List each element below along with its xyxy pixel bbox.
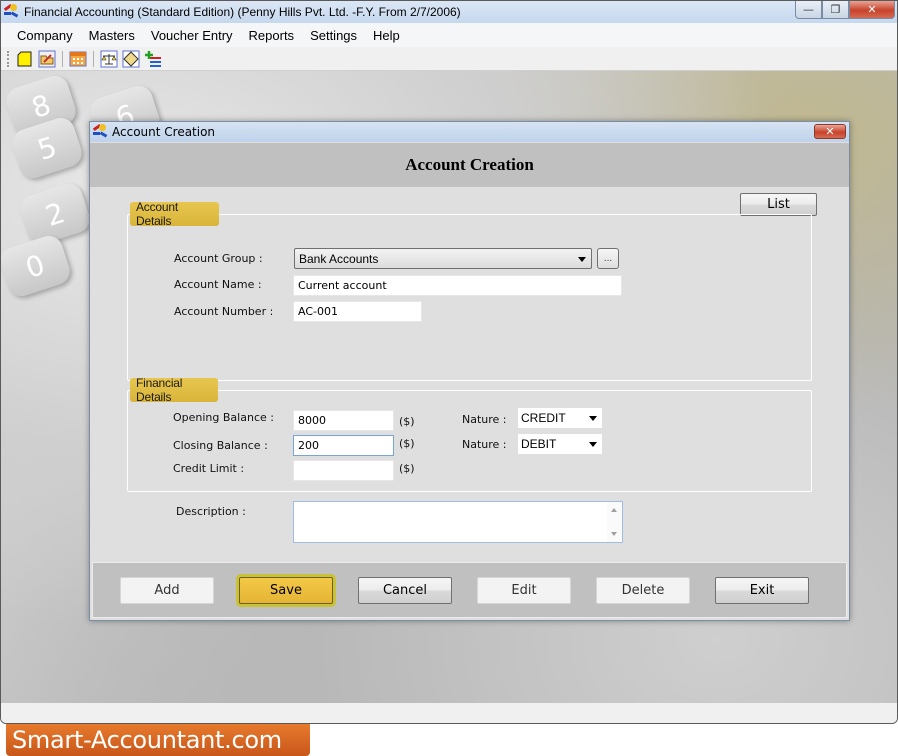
opening-nature-select[interactable]: CREDIT — [518, 408, 602, 428]
account-name-input[interactable]: Current account — [293, 275, 622, 296]
list-button[interactable]: List — [740, 193, 817, 216]
dialog-title-bar: Account Creation ✕ — [90, 122, 849, 142]
browse-account-group-button[interactable]: ... — [597, 248, 619, 269]
dialog-title: Account Creation — [112, 125, 216, 139]
restore-button[interactable]: ❐ — [822, 1, 849, 19]
opening-nature-label: Nature : — [462, 413, 507, 426]
closing-balance-label: Closing Balance : — [173, 439, 268, 452]
minimize-button[interactable]: — — [795, 1, 822, 19]
menu-settings[interactable]: Settings — [302, 28, 365, 43]
account-group-value: Bank Accounts — [299, 251, 379, 266]
exit-button[interactable]: Exit — [715, 577, 809, 604]
minimize-icon: — — [803, 3, 814, 16]
action-button-bar: Add Save Cancel Edit Delete Exit — [92, 562, 847, 618]
calendar-grid-icon[interactable] — [69, 50, 87, 68]
balance-scale-icon[interactable] — [100, 50, 118, 68]
opening-nature-value: CREDIT — [521, 411, 566, 425]
close-button[interactable]: ✕ — [849, 1, 895, 19]
description-scrollbar[interactable] — [607, 502, 622, 542]
closing-nature-label: Nature : — [462, 438, 507, 451]
chevron-down-icon — [589, 416, 597, 421]
financial-details-legend: Financial Details — [130, 376, 218, 404]
status-bar — [1, 703, 897, 723]
close-icon: ✕ — [867, 3, 877, 16]
chevron-down-icon — [589, 442, 597, 447]
menu-voucher-entry[interactable]: Voucher Entry — [143, 28, 241, 43]
menu-reports[interactable]: Reports — [241, 28, 303, 43]
calc-key-label: 2 — [41, 195, 69, 233]
calc-key-label: 8 — [27, 87, 55, 125]
description-label: Description : — [176, 505, 246, 518]
toolbar — [1, 47, 897, 71]
add-button[interactable]: Add — [120, 577, 214, 604]
dialog-header: Account Creation — [90, 143, 849, 187]
app-logo-icon — [3, 3, 19, 20]
calculator-key-image: 0 — [1, 232, 74, 300]
dialog-close-button[interactable]: ✕ — [814, 124, 846, 139]
title-bar: Financial Accounting (Standard Edition) … — [1, 1, 897, 23]
closing-nature-select[interactable]: DEBIT — [518, 434, 602, 454]
currency-unit: ($) — [399, 462, 415, 475]
account-details-legend: Account Details — [130, 200, 219, 228]
account-group-select[interactable]: Bank Accounts — [294, 248, 592, 269]
scroll-down-icon[interactable] — [611, 532, 617, 536]
account-creation-dialog: Account Creation ✕ Account Creation List… — [89, 121, 850, 621]
account-group-label: Account Group : — [174, 252, 263, 265]
opening-balance-input[interactable]: 8000 — [293, 410, 394, 431]
credit-limit-label: Credit Limit : — [173, 462, 245, 475]
close-icon: ✕ — [825, 125, 835, 138]
cancel-button[interactable]: Cancel — [358, 577, 452, 604]
calc-key-label: 0 — [21, 247, 49, 285]
closing-nature-value: DEBIT — [521, 437, 557, 451]
account-number-input[interactable]: AC-001 — [293, 301, 422, 322]
credit-limit-input[interactable] — [293, 460, 394, 481]
menu-company[interactable]: Company — [9, 28, 81, 43]
dialog-heading: Account Creation — [405, 155, 534, 174]
toolbar-separator — [62, 50, 63, 67]
save-button[interactable]: Save — [239, 577, 333, 604]
currency-unit: ($) — [399, 437, 415, 450]
toolbar-separator — [93, 50, 94, 67]
currency-unit: ($) — [399, 415, 415, 428]
closing-balance-input[interactable]: 200 — [293, 435, 394, 456]
chevron-down-icon — [578, 257, 586, 262]
account-number-label: Account Number : — [174, 305, 274, 318]
ledger-book-icon[interactable] — [122, 50, 140, 68]
account-details-group — [127, 214, 812, 381]
menu-help[interactable]: Help — [365, 28, 408, 43]
description-textarea[interactable] — [293, 501, 623, 543]
opening-balance-label: Opening Balance : — [173, 411, 274, 424]
restore-icon: ❐ — [830, 3, 841, 16]
open-folder-icon[interactable] — [38, 50, 56, 68]
account-name-label: Account Name : — [174, 278, 262, 291]
add-list-icon[interactable] — [144, 50, 162, 68]
scroll-up-icon[interactable] — [611, 508, 617, 512]
dialog-app-icon — [92, 123, 108, 140]
new-document-icon[interactable] — [16, 50, 34, 68]
toolbar-grip[interactable] — [7, 50, 10, 67]
calc-key-label: 5 — [33, 129, 61, 167]
delete-button[interactable]: Delete — [596, 577, 690, 604]
menu-bar: Company Masters Voucher Entry Reports Se… — [1, 23, 897, 47]
window-title: Financial Accounting (Standard Edition) … — [24, 5, 461, 19]
edit-button[interactable]: Edit — [477, 577, 571, 604]
menu-masters[interactable]: Masters — [81, 28, 143, 43]
brand-banner: Smart-Accountant.com — [6, 724, 310, 756]
